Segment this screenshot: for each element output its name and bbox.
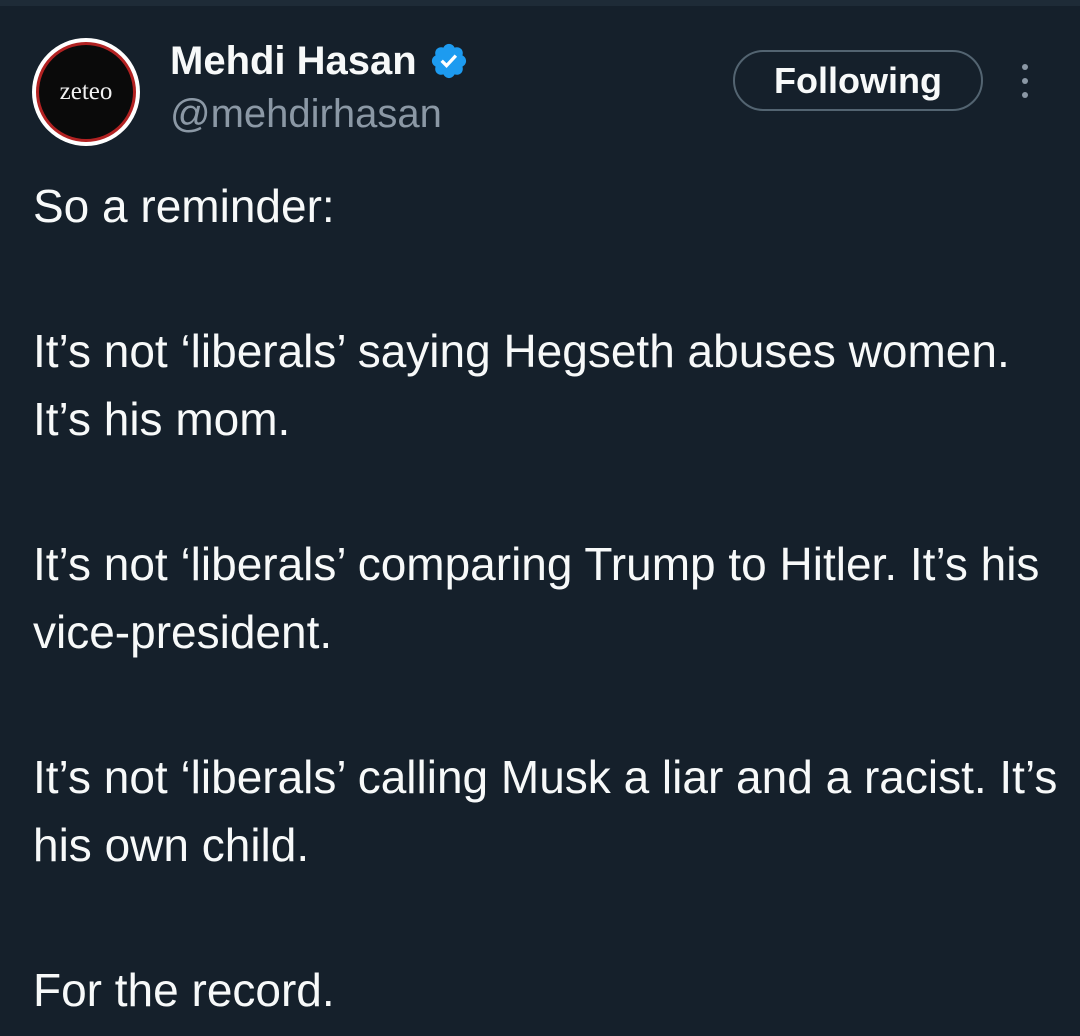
more-dot [1022, 92, 1028, 98]
tweet-paragraph: For the record. [33, 964, 335, 1016]
avatar-logo: zeteo [36, 42, 136, 142]
avatar[interactable]: zeteo [32, 38, 140, 146]
tweet-header: zeteo Mehdi Hasan @mehdirhasan Following [0, 0, 1080, 160]
more-dot [1022, 78, 1028, 84]
more-dot [1022, 64, 1028, 70]
tweet-paragraph: It’s not ‘liberals’ saying Hegseth abuse… [33, 325, 1010, 445]
avatar-logo-text: zeteo [59, 78, 113, 105]
author-name-row: Mehdi Hasan [170, 36, 469, 86]
tweet-paragraph: It’s not ‘liberals’ comparing Trump to H… [33, 538, 1040, 658]
verified-badge-icon [429, 41, 469, 81]
tweet-text: So a reminder: It’s not ‘liberals’ sayin… [33, 172, 1063, 1024]
tweet-paragraph: It’s not ‘liberals’ calling Musk a liar … [33, 751, 1058, 871]
author-handle[interactable]: @mehdirhasan [170, 92, 442, 137]
tweet-paragraph: So a reminder: [33, 180, 335, 232]
more-options-icon[interactable] [1008, 60, 1042, 102]
following-button[interactable]: Following [733, 50, 983, 111]
author-display-name[interactable]: Mehdi Hasan [170, 39, 417, 84]
